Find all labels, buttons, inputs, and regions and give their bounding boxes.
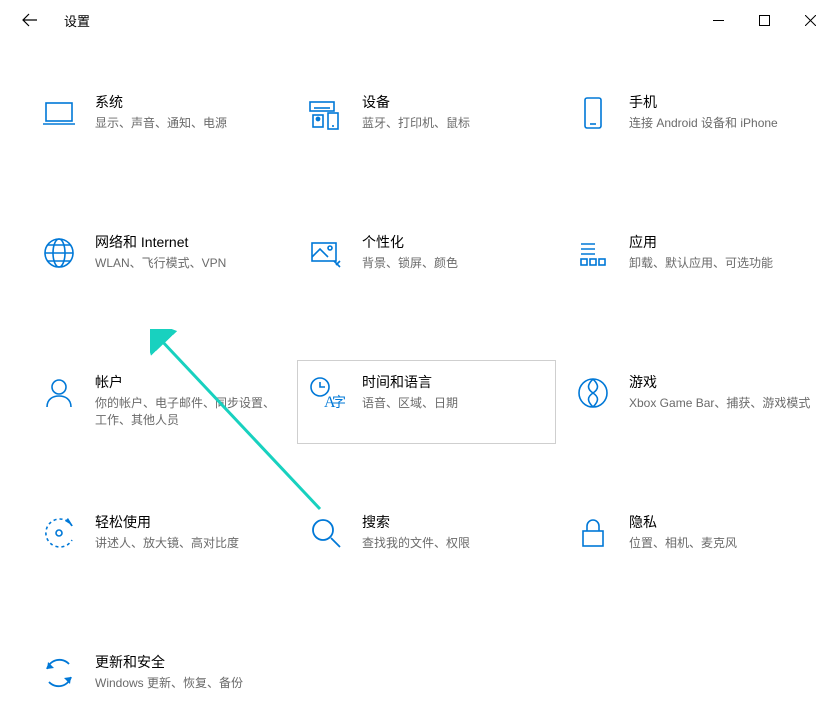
category-label: 网络和 Internet [95, 233, 226, 253]
person-icon [39, 373, 79, 413]
category-personalization[interactable]: 个性化 背景、锁屏、颜色 [297, 220, 556, 304]
category-privacy[interactable]: 隐私 位置、相机、麦克风 [564, 500, 823, 584]
category-sub: 卸载、默认应用、可选功能 [629, 255, 773, 272]
category-sub: Windows 更新、恢复、备份 [95, 675, 243, 692]
category-label: 轻松使用 [95, 513, 239, 533]
minimize-icon [713, 15, 724, 26]
category-sub: 背景、锁屏、颜色 [362, 255, 458, 272]
maximize-icon [759, 15, 770, 26]
category-sub: 蓝牙、打印机、鼠标 [362, 115, 470, 132]
category-sub: 位置、相机、麦克风 [629, 535, 737, 552]
category-time-language[interactable]: A 字 时间和语言 语音、区域、日期 [297, 360, 556, 444]
category-gaming[interactable]: 游戏 Xbox Game Bar、捕获、游戏模式 [564, 360, 823, 444]
back-button[interactable] [10, 0, 50, 40]
category-label: 搜索 [362, 513, 470, 533]
category-sub: 你的帐户、电子邮件、同步设置、工作、其他人员 [95, 395, 280, 430]
category-accounts[interactable]: 帐户 你的帐户、电子邮件、同步设置、工作、其他人员 [30, 360, 289, 444]
titlebar: 设置 [0, 0, 833, 40]
category-sub: 显示、声音、通知、电源 [95, 115, 227, 132]
category-label: 隐私 [629, 513, 737, 533]
category-label: 系统 [95, 93, 227, 113]
category-system[interactable]: 系统 显示、声音、通知、电源 [30, 80, 289, 164]
minimize-button[interactable] [695, 0, 741, 40]
globe-icon [39, 233, 79, 273]
category-sub: 连接 Android 设备和 iPhone [629, 115, 778, 132]
category-label: 帐户 [95, 373, 280, 393]
window-title: 设置 [64, 11, 90, 30]
category-sub: WLAN、飞行模式、VPN [95, 255, 226, 272]
back-icon [22, 12, 38, 28]
close-button[interactable] [787, 0, 833, 40]
timelang-icon: A 字 [306, 373, 346, 413]
category-label: 应用 [629, 233, 773, 253]
category-sub: 查找我的文件、权限 [362, 535, 470, 552]
window-controls [695, 0, 833, 40]
lock-icon [573, 513, 613, 553]
category-sub: Xbox Game Bar、捕获、游戏模式 [629, 395, 810, 412]
category-label: 设备 [362, 93, 470, 113]
update-icon [39, 653, 79, 693]
category-search[interactable]: 搜索 查找我的文件、权限 [297, 500, 556, 584]
category-ease-of-access[interactable]: 轻松使用 讲述人、放大镜、高对比度 [30, 500, 289, 584]
category-label: 个性化 [362, 233, 458, 253]
category-label: 时间和语言 [362, 373, 458, 393]
maximize-button[interactable] [741, 0, 787, 40]
category-label: 手机 [629, 93, 778, 113]
devices-icon [306, 93, 346, 133]
gaming-icon [573, 373, 613, 413]
category-apps[interactable]: 应用 卸载、默认应用、可选功能 [564, 220, 823, 304]
apps-icon [573, 233, 613, 273]
category-phone[interactable]: 手机 连接 Android 设备和 iPhone [564, 80, 823, 164]
category-update-security[interactable]: 更新和安全 Windows 更新、恢复、备份 [30, 640, 289, 724]
ease-icon [39, 513, 79, 553]
phone-icon [573, 93, 613, 133]
laptop-icon [39, 93, 79, 133]
close-icon [805, 15, 816, 26]
category-sub: 语音、区域、日期 [362, 395, 458, 412]
category-label: 更新和安全 [95, 653, 243, 673]
category-sub: 讲述人、放大镜、高对比度 [95, 535, 239, 552]
category-devices[interactable]: 设备 蓝牙、打印机、鼠标 [297, 80, 556, 164]
svg-text:字: 字 [332, 395, 346, 411]
personal-icon [306, 233, 346, 273]
categories-grid: 系统 显示、声音、通知、电源 设备 蓝牙、打印机、鼠标 手机 连接 Androi… [0, 40, 833, 724]
category-label: 游戏 [629, 373, 810, 393]
search-icon [306, 513, 346, 553]
category-network[interactable]: 网络和 Internet WLAN、飞行模式、VPN [30, 220, 289, 304]
